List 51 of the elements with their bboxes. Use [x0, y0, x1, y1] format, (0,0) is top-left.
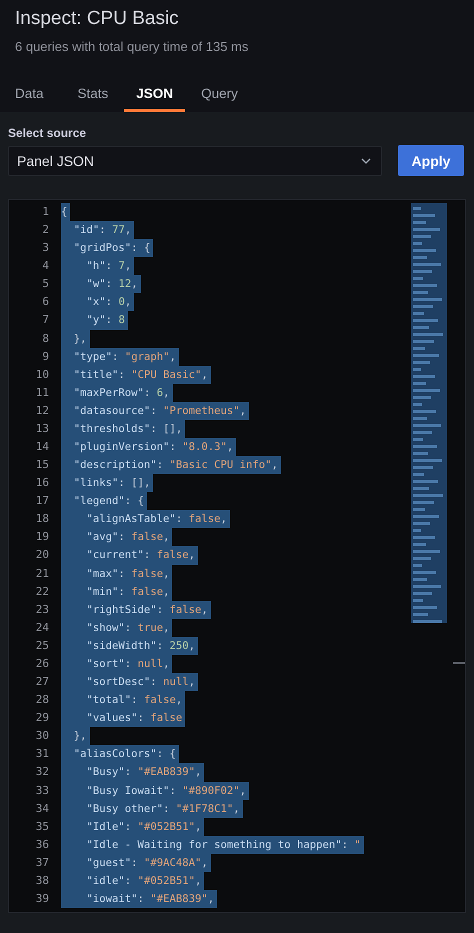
- line-number: 9: [41, 348, 49, 365]
- line-number: 14: [34, 439, 49, 456]
- line-number: 25: [34, 638, 49, 654]
- panel-title: Inspect: CPU Basic: [15, 7, 180, 31]
- line-number: 12: [34, 402, 49, 419]
- line-number: 3: [41, 240, 49, 256]
- line-number: 28: [34, 692, 49, 708]
- line-number: 26: [34, 656, 49, 672]
- line-number: 29: [34, 710, 49, 726]
- line-number: 19: [34, 529, 49, 546]
- line-number: 16: [34, 475, 49, 492]
- line-number: 2: [41, 222, 49, 238]
- code-editor[interactable]: [8, 199, 466, 913]
- line-number: 7: [41, 312, 49, 328]
- line-number: 32: [34, 764, 49, 780]
- tab[interactable]: JSON: [124, 86, 186, 112]
- line-number: 17: [34, 493, 49, 510]
- line-number: 18: [34, 511, 49, 528]
- line-number: 8: [41, 330, 49, 347]
- line-number: 24: [34, 620, 49, 636]
- line-number: 31: [34, 746, 49, 762]
- line-number: 10: [34, 366, 49, 383]
- line-number: 27: [34, 674, 49, 690]
- source-select[interactable]: Panel JSON: [8, 146, 382, 176]
- line-number: 30: [34, 728, 49, 744]
- line-number: 1: [41, 204, 49, 220]
- apply-button[interactable]: Apply: [398, 145, 464, 176]
- line-number: 36: [34, 836, 49, 853]
- tab[interactable]: Query: [189, 86, 250, 112]
- line-number: 6: [41, 294, 49, 310]
- scrollbar-thumb[interactable]: [453, 662, 465, 664]
- line-number: 34: [34, 800, 49, 817]
- line-number: 39: [34, 890, 49, 907]
- line-number: 15: [34, 457, 49, 474]
- line-number: 22: [34, 584, 49, 600]
- line-number: 23: [34, 602, 49, 618]
- select-source-label: Select source: [8, 126, 88, 140]
- query-summary: 6 queries with total query time of 135 ms: [15, 39, 250, 54]
- chevron-down-icon: [361, 158, 371, 164]
- line-number: 33: [34, 782, 49, 798]
- tab[interactable]: Stats: [66, 86, 120, 112]
- line-number: 13: [34, 420, 49, 437]
- line-number: 38: [34, 872, 49, 889]
- line-number: 5: [41, 276, 49, 292]
- line-number: 20: [34, 547, 49, 564]
- line-number: 4: [41, 258, 49, 274]
- line-number: 37: [34, 854, 49, 871]
- tab[interactable]: Data: [3, 86, 56, 112]
- line-number: 21: [34, 566, 49, 582]
- line-number: 11: [34, 384, 49, 401]
- line-number: 35: [34, 818, 49, 835]
